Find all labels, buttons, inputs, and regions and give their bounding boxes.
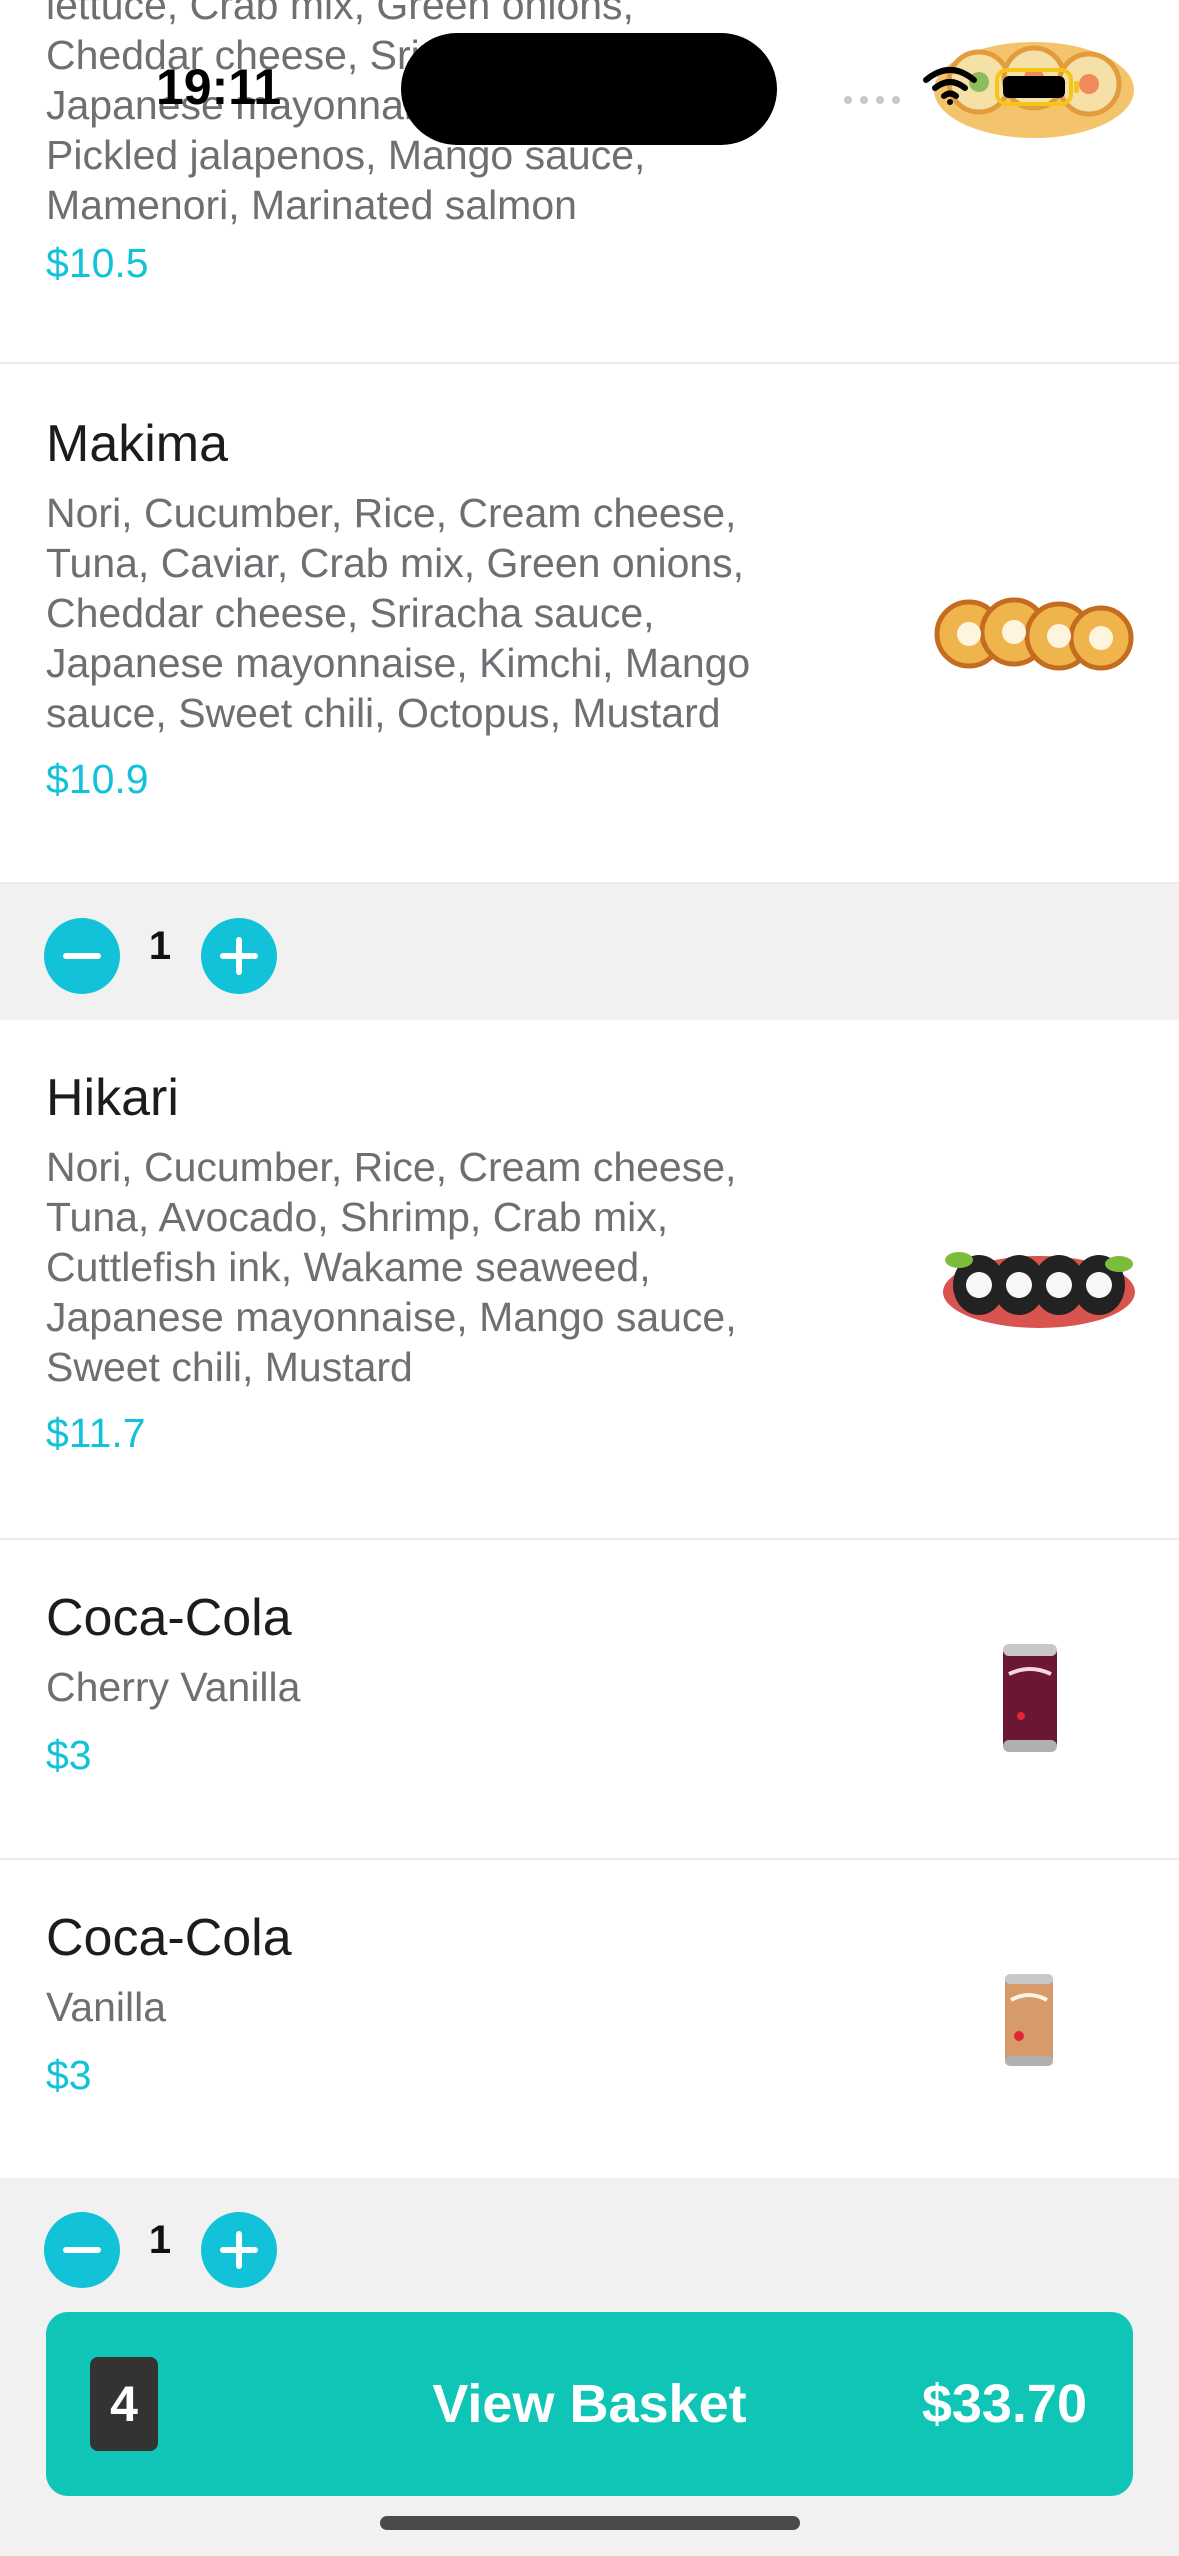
soda-can-image bbox=[1005, 1974, 1053, 2066]
item-description-line: Tuna, Caviar, Crab mix, Green onions, bbox=[46, 540, 745, 586]
battery-icon bbox=[995, 68, 1079, 106]
item-name: Makima bbox=[46, 415, 229, 473]
status-bar: 19:11 bbox=[0, 0, 1179, 150]
wifi-icon bbox=[923, 67, 977, 105]
minus-icon bbox=[63, 2247, 101, 2253]
cellular-signal-icon bbox=[844, 96, 900, 104]
decrease-quantity-button[interactable] bbox=[44, 2212, 120, 2288]
item-description: Cherry Vanilla bbox=[46, 1662, 816, 1712]
item-description: Nori, Cucumber, Rice, Cream cheese, Tuna… bbox=[46, 1142, 816, 1392]
item-price: $11.7 bbox=[46, 1410, 146, 1456]
item-price: $3 bbox=[46, 1732, 92, 1778]
item-name: Hikari bbox=[46, 1069, 179, 1127]
item-description-line: Tuna, Avocado, Shrimp, Crab mix, bbox=[46, 1194, 669, 1240]
item-description-line: Nori, Cucumber, Rice, Cream cheese, bbox=[46, 1144, 737, 1190]
item-description-line: Cherry Vanilla bbox=[46, 1664, 301, 1710]
item-description: Vanilla bbox=[46, 1982, 816, 2032]
increase-quantity-button[interactable] bbox=[201, 918, 277, 994]
item-price: $10.5 bbox=[46, 240, 149, 286]
item-description-line: sauce, Sweet chili, Octopus, Mustard bbox=[46, 690, 721, 736]
plus-icon-vertical bbox=[236, 937, 242, 975]
menu-item[interactable]: Coca-Cola Cherry Vanilla $3 bbox=[0, 1540, 1179, 1860]
plus-icon-vertical bbox=[236, 2231, 242, 2269]
item-name: Coca-Cola bbox=[46, 1909, 292, 1967]
item-description: Nori, Cucumber, Rice, Cream cheese, Tuna… bbox=[46, 488, 816, 738]
soda-can-image bbox=[1003, 1644, 1057, 1752]
quantity-value: 1 bbox=[148, 924, 172, 968]
minus-icon bbox=[63, 953, 101, 959]
item-description-line: Japanese mayonnaise, Kimchi, Mango bbox=[46, 640, 751, 686]
increase-quantity-button[interactable] bbox=[201, 2212, 277, 2288]
home-indicator bbox=[380, 2516, 800, 2530]
basket-total: $33.70 bbox=[921, 2374, 1087, 2434]
item-description-line: Mamenori, Marinated salmon bbox=[46, 182, 577, 228]
item-description-line: Japanese mayonnaise, Mango sauce, bbox=[46, 1294, 737, 1340]
decrease-quantity-button[interactable] bbox=[44, 918, 120, 994]
item-description-line: Nori, Cucumber, Rice, Cream cheese, bbox=[46, 490, 737, 536]
view-basket-button[interactable]: 4 View Basket $33.70 bbox=[46, 2312, 1133, 2496]
menu-item[interactable]: Makima Nori, Cucumber, Rice, Cream chees… bbox=[0, 364, 1179, 884]
menu-item[interactable]: Coca-Cola Vanilla $3 bbox=[0, 1860, 1179, 2178]
item-price: $10.9 bbox=[46, 756, 149, 802]
menu-item[interactable]: Hikari Nori, Cucumber, Rice, Cream chees… bbox=[0, 1020, 1179, 1540]
quantity-stepper: 1 bbox=[0, 884, 1179, 1020]
quantity-value: 1 bbox=[148, 2218, 172, 2262]
sushi-rolls-image bbox=[934, 597, 1134, 671]
item-description-line: Cheddar cheese, Sriracha sauce, bbox=[46, 590, 655, 636]
item-description-line: Cuttlefish ink, Wakame seaweed, bbox=[46, 1244, 651, 1290]
status-time: 19:11 bbox=[156, 59, 282, 115]
item-description-line: Sweet chili, Mustard bbox=[46, 1344, 413, 1390]
item-description-line: Vanilla bbox=[46, 1984, 167, 2030]
dynamic-island bbox=[401, 33, 777, 145]
item-price: $3 bbox=[46, 2052, 92, 2098]
sushi-rolls-image bbox=[943, 1252, 1135, 1328]
item-name: Coca-Cola bbox=[46, 1589, 292, 1647]
